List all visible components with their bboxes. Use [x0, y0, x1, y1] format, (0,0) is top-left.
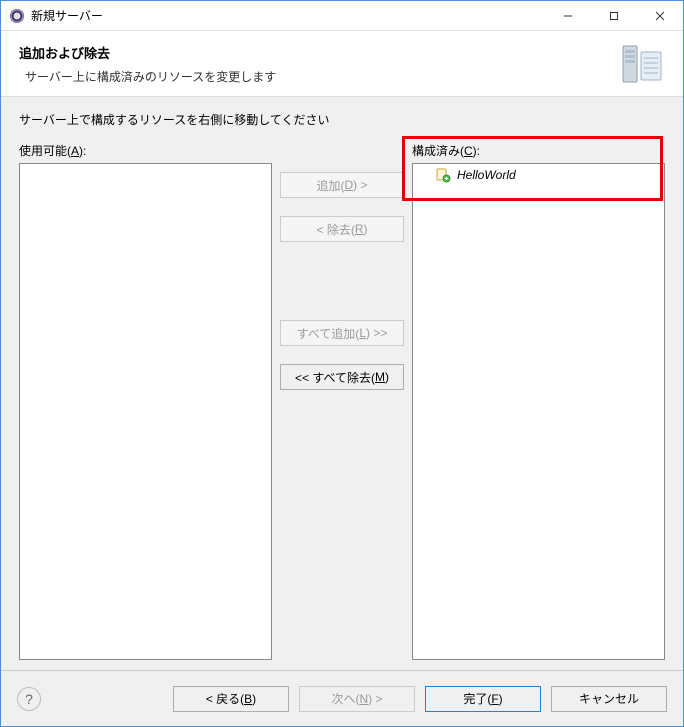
minimize-button[interactable]: [545, 1, 591, 31]
next-button[interactable]: 次へ(N) >: [299, 686, 415, 712]
configured-listbox[interactable]: HelloWorld: [412, 163, 665, 660]
app-icon: [9, 8, 25, 24]
configured-column: 構成済み(C): HelloWorld: [412, 142, 665, 660]
add-button[interactable]: 追加(D) >: [280, 172, 404, 198]
transfer-buttons: 追加(D) > < 除去(R) すべて追加(L) >> << すべて除去(M): [272, 142, 412, 660]
cancel-button[interactable]: キャンセル: [551, 686, 667, 712]
button-bar: ? < 戻る(B) 次へ(N) > 完了(F) キャンセル: [1, 670, 683, 726]
module-icon: [435, 167, 451, 183]
maximize-button[interactable]: [591, 1, 637, 31]
available-column: 使用可能(A):: [19, 142, 272, 660]
wizard-banner: 追加および除去 サーバー上に構成済みのリソースを変更します: [1, 31, 683, 97]
banner-text: 追加および除去 サーバー上に構成済みのリソースを変更します: [19, 43, 609, 85]
close-button[interactable]: [637, 1, 683, 31]
window-controls: [545, 1, 683, 31]
help-button[interactable]: ?: [17, 687, 41, 711]
dialog-window: 新規サーバー 追加および除去 サーバー上に構成済みのリソースを変更します: [0, 0, 684, 727]
banner-subtitle: サーバー上に構成済みのリソースを変更します: [25, 68, 609, 85]
back-button[interactable]: < 戻る(B): [173, 686, 289, 712]
titlebar: 新規サーバー: [1, 1, 683, 31]
list-item[interactable]: HelloWorld: [413, 164, 664, 186]
content-area: サーバー上で構成するリソースを右側に移動してください 使用可能(A): 追加(D…: [1, 97, 683, 670]
available-label: 使用可能(A):: [19, 142, 272, 159]
instruction-text: サーバー上で構成するリソースを右側に移動してください: [19, 111, 665, 128]
remove-button[interactable]: < 除去(R): [280, 216, 404, 242]
window-title: 新規サーバー: [31, 7, 545, 24]
list-item-label: HelloWorld: [457, 168, 516, 182]
banner-title: 追加および除去: [19, 43, 609, 62]
finish-button[interactable]: 完了(F): [425, 686, 541, 712]
add-all-button[interactable]: すべて追加(L) >>: [280, 320, 404, 346]
available-listbox[interactable]: [19, 163, 272, 660]
transfer-panel: 使用可能(A): 追加(D) > < 除去(R) すべて追加(L) >> << …: [19, 142, 665, 660]
remove-all-button[interactable]: << すべて除去(M): [280, 364, 404, 390]
configured-label: 構成済み(C):: [412, 142, 665, 159]
server-icon: [617, 40, 665, 88]
